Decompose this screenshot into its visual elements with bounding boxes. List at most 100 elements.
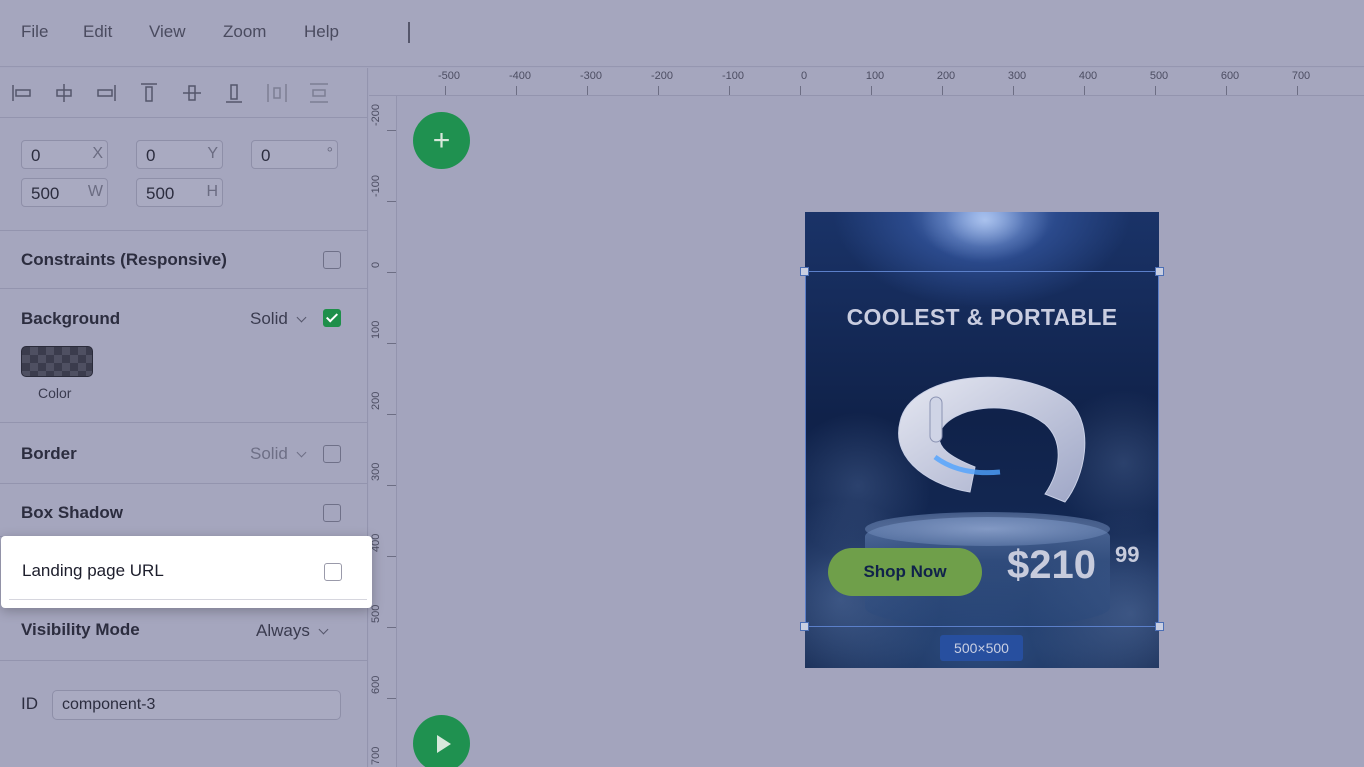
distribute-vertical-icon[interactable] [306,80,332,106]
menu-bar: File Edit View Zoom Help [0,0,1364,67]
ruler-tick [387,556,396,557]
id-input[interactable]: component-3 [52,690,341,720]
ruler-label: 500 [1149,70,1169,82]
chevron-down-icon [296,447,307,458]
background-mode-dropdown[interactable]: Solid [250,309,307,329]
ruler-tick [942,86,943,95]
size-badge: 500×500 [940,635,1023,661]
ruler-label: 700 [1291,70,1311,82]
rotation-value: 0 [261,146,271,165]
x-suffix: X [92,145,103,162]
y-position-input[interactable]: 0 Y [136,140,223,169]
properties-panel: 0 X 0 Y 0 ° 500 W 500 H Constraints (Res… [0,68,368,767]
box-shadow-section: Box Shadow [0,485,368,537]
ruler-label: 400 [1078,70,1098,82]
color-label: Color [38,385,72,401]
x-value: 0 [31,146,41,165]
height-value: 500 [146,184,175,203]
align-center-vertical-icon[interactable] [179,80,205,106]
ruler-tick [1297,86,1298,95]
ruler-tick [387,414,396,415]
menu-file[interactable]: File [21,22,48,42]
geometry-fields: 0 X 0 Y 0 ° 500 W 500 H [0,119,368,231]
ruler-label: 200 [370,391,382,410]
chevron-down-icon [318,624,329,635]
menu-view[interactable]: View [149,22,186,42]
vertical-ruler: -200 -100 0 100 200 300 400 500 600 700 [369,96,397,767]
distribute-horizontal-icon[interactable] [264,80,290,106]
selection-box[interactable] [805,271,1159,627]
width-value: 500 [31,184,60,203]
ruler-label: 300 [370,462,382,481]
visibility-section: Visibility Mode Always [0,610,368,661]
background-mode-label: Solid [250,309,288,328]
border-section: Border Solid [0,424,368,484]
width-input[interactable]: 500 W [21,178,108,207]
ruler-tick [587,86,588,95]
visibility-title: Visibility Mode [21,620,140,639]
ruler-label: 600 [1220,70,1240,82]
ruler-tick [1155,86,1156,95]
ruler-label: 300 [1007,70,1027,82]
ruler-tick [387,272,396,273]
align-left-icon[interactable] [9,80,35,106]
ruler-tick [1084,86,1085,95]
ruler-tick [387,130,396,131]
alignment-toolbar [0,68,368,118]
ruler-label: -300 [579,70,603,82]
border-mode-dropdown[interactable]: Solid [250,444,307,464]
box-shadow-checkbox[interactable] [323,504,341,522]
ruler-label: 0 [370,261,382,268]
align-right-icon[interactable] [93,80,119,106]
background-title: Background [21,309,121,328]
background-checkbox[interactable] [323,309,341,327]
ruler-label: 700 [370,746,382,765]
border-mode-label: Solid [250,444,288,463]
resize-handle-top-left[interactable] [800,267,809,276]
landing-url-section: Landing page URL [1,536,372,608]
landing-url-checkbox[interactable] [324,563,342,581]
background-color-swatch[interactable] [21,346,93,377]
chevron-down-icon [296,312,307,323]
horizontal-ruler: -500 -400 -300 -200 -100 0 100 200 300 400 500 600 7… [369,68,1364,96]
divider [9,599,367,600]
ruler-label: 0 [800,70,808,82]
visibility-mode-label: Always [256,621,310,640]
preview-play-button[interactable] [413,715,470,767]
text-cursor [408,22,410,43]
ruler-label: -100 [721,70,745,82]
align-center-horizontal-icon[interactable] [51,80,77,106]
align-bottom-icon[interactable] [221,80,247,106]
play-icon [436,734,451,753]
rotation-suffix: ° [326,145,333,162]
ruler-label: 500 [370,604,382,623]
ruler-tick [445,86,446,95]
box-shadow-title: Box Shadow [21,503,124,522]
border-title: Border [21,444,77,463]
menu-help[interactable]: Help [304,22,339,42]
ruler-tick [800,86,801,95]
align-top-icon[interactable] [136,80,162,106]
rotation-input[interactable]: 0 ° [251,140,338,169]
ruler-tick [516,86,517,95]
resize-handle-top-right[interactable] [1155,267,1164,276]
menu-zoom[interactable]: Zoom [223,22,266,42]
ruler-label: -200 [650,70,674,82]
resize-handle-bottom-right[interactable] [1155,622,1164,631]
resize-handle-bottom-left[interactable] [800,622,809,631]
x-position-input[interactable]: 0 X [21,140,108,169]
height-input[interactable]: 500 H [136,178,223,207]
ruler-label: -500 [437,70,461,82]
ruler-tick [387,485,396,486]
add-element-button[interactable]: + [413,112,470,169]
landing-url-title: Landing page URL [22,561,164,580]
menu-edit[interactable]: Edit [83,22,112,42]
ruler-tick [729,86,730,95]
ruler-label: -100 [370,174,382,197]
ruler-label: 600 [370,675,382,694]
visibility-mode-dropdown[interactable]: Always [256,621,329,641]
constraints-checkbox[interactable] [323,251,341,269]
border-checkbox[interactable] [323,445,341,463]
constraints-section: Constraints (Responsive) [0,232,368,289]
ruler-label: -400 [508,70,532,82]
